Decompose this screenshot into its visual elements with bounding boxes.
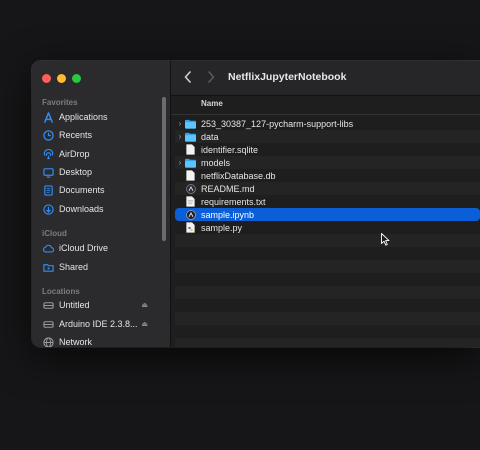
sidebar-item-untitled[interactable]: Untitled ⏏ <box>42 297 164 313</box>
header-divider <box>171 114 480 115</box>
icloud-section-title: iCloud <box>42 229 67 238</box>
locations-section-title: Locations <box>42 287 80 296</box>
file-row[interactable]: README.md <box>175 182 480 195</box>
markdown-file-icon <box>185 183 196 194</box>
empty-row <box>175 286 480 299</box>
file-row[interactable]: requirements.txt <box>175 195 480 208</box>
shared-folder-icon <box>42 261 54 273</box>
document-icon <box>42 184 54 196</box>
sidebar-item-desktop[interactable]: Desktop <box>42 164 164 180</box>
file-row[interactable]: › 253_30387_127-pycharm-support-libs <box>175 117 480 130</box>
sidebar-scrollbar[interactable] <box>162 97 166 241</box>
sidebar-item-downloads[interactable]: Downloads <box>42 201 164 217</box>
disclosure-chevron-icon[interactable]: › <box>175 132 185 141</box>
folder-icon <box>185 118 196 129</box>
zoom-button[interactable] <box>72 74 81 83</box>
disk-icon <box>42 299 54 311</box>
sidebar: Favorites Applications Recents AirDrop D… <box>32 61 171 347</box>
file-row[interactable]: › models <box>175 156 480 169</box>
file-row[interactable]: sample.py <box>175 221 480 234</box>
window-controls <box>42 74 81 83</box>
sidebar-item-recents[interactable]: Recents <box>42 127 164 143</box>
download-icon <box>42 203 54 215</box>
minimize-button[interactable] <box>57 74 66 83</box>
sidebar-item-arduino-ide[interactable]: Arduino IDE 2.3.8... ⏏ <box>42 316 164 332</box>
empty-row <box>175 260 480 273</box>
disk-icon <box>42 318 54 330</box>
eject-icon[interactable]: ⏏ <box>141 320 148 328</box>
file-icon <box>185 170 196 181</box>
disclosure-chevron-icon[interactable]: › <box>175 158 185 167</box>
text-file-icon <box>185 196 196 207</box>
file-list: Name › 253_30387_127-pycharm-support-lib… <box>171 96 480 347</box>
applications-icon <box>42 111 54 123</box>
sidebar-item-airdrop[interactable]: AirDrop <box>42 146 164 162</box>
close-button[interactable] <box>42 74 51 83</box>
folder-icon <box>185 157 196 168</box>
file-icon <box>185 144 196 155</box>
sidebar-item-icloud-drive[interactable]: iCloud Drive <box>42 240 164 256</box>
folder-icon <box>185 131 196 142</box>
empty-row <box>175 234 480 247</box>
toolbar: NetflixJupyterNotebook <box>171 61 480 96</box>
finder-window: Favorites Applications Recents AirDrop D… <box>32 61 480 347</box>
airdrop-icon <box>42 148 54 160</box>
empty-row <box>175 338 480 347</box>
mouse-pointer-icon <box>381 233 390 248</box>
sidebar-item-documents[interactable]: Documents <box>42 182 164 198</box>
window-title: NetflixJupyterNotebook <box>228 71 347 83</box>
back-button[interactable] <box>181 70 195 84</box>
desktop-icon <box>42 166 54 178</box>
file-row[interactable]: netflixDatabase.db <box>175 169 480 182</box>
file-row-selected[interactable]: sample.ipynb <box>175 208 480 221</box>
file-row[interactable]: identifier.sqlite <box>175 143 480 156</box>
notebook-file-icon <box>185 209 196 220</box>
globe-icon <box>42 336 54 347</box>
python-file-icon <box>185 222 196 233</box>
sidebar-item-shared[interactable]: Shared <box>42 259 164 275</box>
chevron-left-icon <box>184 71 191 83</box>
empty-row <box>175 312 480 325</box>
forward-button[interactable] <box>204 70 218 84</box>
clock-icon <box>42 129 54 141</box>
sidebar-item-network[interactable]: Network <box>42 334 164 347</box>
favorites-section-title: Favorites <box>42 98 78 107</box>
disclosure-chevron-icon[interactable]: › <box>175 119 185 128</box>
chevron-right-icon <box>208 71 215 83</box>
file-row[interactable]: › data <box>175 130 480 143</box>
column-header-name[interactable]: Name <box>201 99 223 108</box>
cloud-icon <box>42 242 54 254</box>
eject-icon[interactable]: ⏏ <box>141 301 148 309</box>
sidebar-item-applications[interactable]: Applications <box>42 109 164 125</box>
